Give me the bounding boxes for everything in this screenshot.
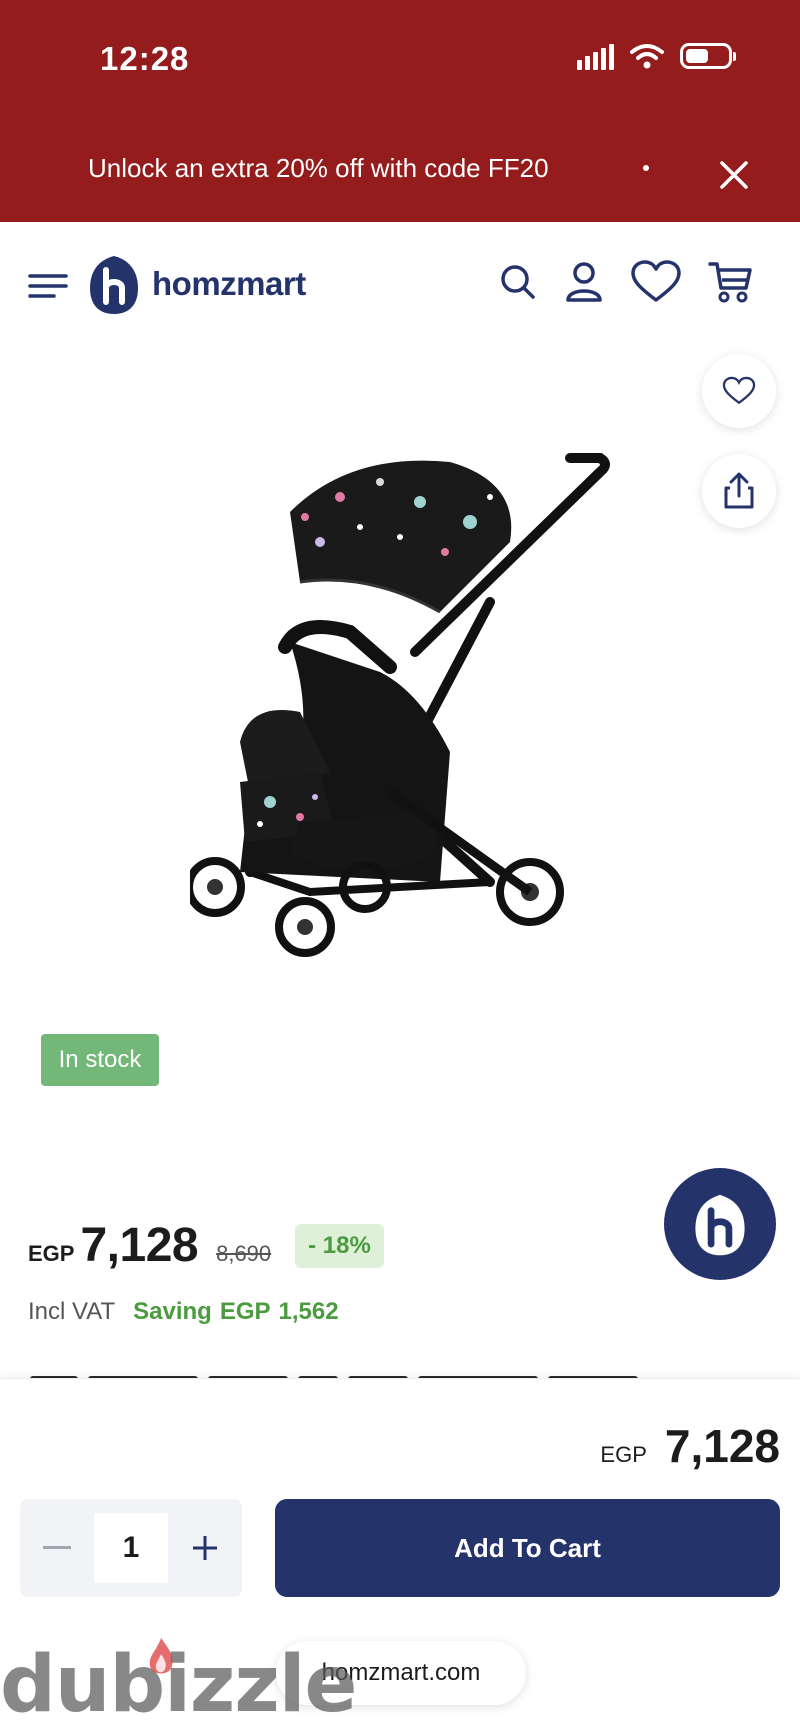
battery-icon: [680, 43, 736, 69]
cart-icon[interactable]: [708, 260, 752, 304]
quantity-stepper: 1: [20, 1499, 242, 1597]
wifi-icon: [630, 44, 664, 69]
promo-dot: [643, 165, 649, 171]
saving-currency: EGP: [219, 1298, 271, 1325]
price-currency: EGP: [28, 1241, 75, 1266]
wishlist-button[interactable]: [702, 354, 776, 428]
discount-badge: - 18%: [295, 1224, 384, 1268]
search-icon[interactable]: [498, 262, 538, 302]
user-icon[interactable]: [564, 260, 604, 304]
old-price: 8,690: [216, 1241, 272, 1266]
decrease-quantity-button[interactable]: [20, 1499, 94, 1597]
vat-label: Incl VAT: [28, 1298, 116, 1325]
header-actions: [498, 260, 752, 304]
brand-logo[interactable]: homzmart: [86, 250, 306, 318]
quantity-value[interactable]: 1: [94, 1513, 168, 1583]
saving-label: Saving: [133, 1298, 212, 1325]
logo-mark-icon: [695, 1194, 745, 1256]
support-chat-button[interactable]: [664, 1168, 776, 1280]
add-to-cart-button[interactable]: Add To Cart: [275, 1499, 780, 1597]
brand-name: homzmart: [152, 265, 306, 302]
vat-row: Incl VAT Saving EGP 1,562: [28, 1298, 339, 1326]
share-button[interactable]: [702, 454, 776, 528]
stock-badge: In stock: [41, 1034, 159, 1086]
close-icon[interactable]: [716, 157, 752, 193]
site-header: homzmart: [0, 222, 800, 342]
status-icons: [577, 42, 736, 70]
logo-mark-icon: [90, 256, 138, 314]
increase-quantity-button[interactable]: [168, 1499, 242, 1597]
saving-amount: 1,562: [278, 1298, 339, 1325]
cart-total: EGP 7,128: [600, 1419, 780, 1473]
menu-icon[interactable]: [28, 272, 68, 300]
saving-info: Saving EGP 1,562: [133, 1298, 338, 1326]
flame-icon: [149, 1638, 173, 1674]
share-icon: [724, 472, 754, 509]
current-price: 7,128: [80, 1219, 199, 1272]
product-gallery[interactable]: [0, 342, 800, 1032]
heart-icon[interactable]: [630, 260, 682, 304]
plus-icon: [193, 1536, 217, 1560]
signal-icon: [577, 42, 614, 70]
status-time: 12:28: [100, 40, 190, 77]
price-row: EGP 7,128 8,690: [28, 1218, 271, 1273]
promo-text: Unlock an extra 20% off with code FF20: [88, 153, 549, 183]
watermark: dubizzle: [0, 1640, 357, 1730]
product-image: [190, 453, 610, 957]
heart-icon: [722, 376, 756, 405]
total-currency: EGP: [600, 1442, 647, 1467]
total-price: 7,128: [664, 1420, 780, 1472]
minus-icon: [43, 1546, 71, 1549]
promo-banner: 12:28 Unlock an extra 20% off with code …: [0, 0, 800, 222]
